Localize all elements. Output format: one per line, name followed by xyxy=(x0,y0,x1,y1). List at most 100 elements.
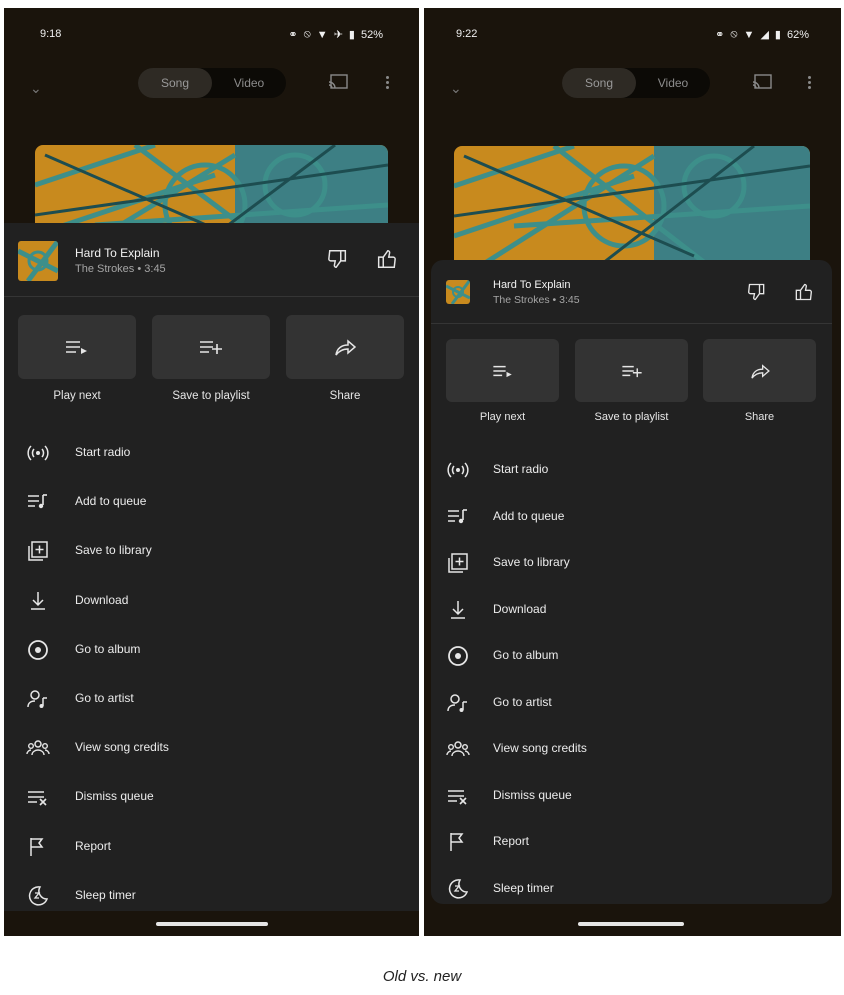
menu-item-sleep-timer[interactable]: Sleep timer xyxy=(4,876,419,916)
song-video-toggle[interactable]: Song Video xyxy=(138,68,286,98)
playlist-add-icon xyxy=(200,341,222,354)
menu-item-add-to-queue[interactable]: Add to queue xyxy=(431,497,832,537)
menu-item-report[interactable]: Report xyxy=(4,827,419,867)
wifi-icon: ▼ xyxy=(316,28,328,41)
collapse-chevron-icon[interactable]: ⌄ xyxy=(450,80,462,97)
tile-save-to-playlist[interactable] xyxy=(152,315,270,379)
library-add-icon xyxy=(448,553,468,573)
status-bar: 9:18 ⚭ ⦸ ▼ ✈ ▮ 52% xyxy=(4,26,419,44)
dislike-icon[interactable] xyxy=(327,248,349,270)
cast-icon[interactable] xyxy=(328,74,348,90)
menu-item-view-song-credits[interactable]: View song credits xyxy=(4,728,419,768)
menu-item-label: Download xyxy=(493,601,547,616)
dislike-icon[interactable] xyxy=(747,282,767,302)
share-icon xyxy=(335,339,356,356)
song-options-sheet: Hard To Explain The Strokes • 3:45 Play … xyxy=(431,260,832,904)
tile-save-to-playlist[interactable] xyxy=(575,339,688,402)
tile-label: Save to playlist xyxy=(594,411,669,423)
song-header: Hard To Explain The Strokes • 3:45 xyxy=(431,260,832,330)
menu-item-label: Go to artist xyxy=(493,694,552,709)
menu-item-add-to-queue[interactable]: Add to queue xyxy=(4,482,419,522)
menu-item-dismiss-queue[interactable]: Dismiss queue xyxy=(4,777,419,817)
tile-share[interactable] xyxy=(286,315,404,379)
menu-item-go-to-artist[interactable]: Go to artist xyxy=(4,679,419,719)
song-subtitle: The Strokes • 3:45 xyxy=(493,294,580,306)
song-tab[interactable]: Song xyxy=(562,68,636,98)
signal-icon: ◢ xyxy=(760,29,769,41)
radio-icon xyxy=(27,445,49,461)
menu-item-save-to-library[interactable]: Save to library xyxy=(4,531,419,571)
menu-item-download[interactable]: Download xyxy=(4,581,419,621)
flag-icon xyxy=(450,833,464,851)
like-icon[interactable] xyxy=(793,282,813,302)
menu-item-go-to-artist[interactable]: Go to artist xyxy=(431,683,832,723)
menu-item-start-radio[interactable]: Start radio xyxy=(4,433,419,473)
menu-item-start-radio[interactable]: Start radio xyxy=(431,450,832,490)
menu-item-label: Download xyxy=(75,592,129,607)
new-phone-screen: 9:22 ⚭ ⦸ ▼ ◢ ▮ 62% ⌄ Song Video Hard To … xyxy=(424,8,841,936)
menu-item-label: Start radio xyxy=(75,445,131,459)
credits-icon xyxy=(26,740,50,756)
header-divider xyxy=(4,296,419,297)
menu-item-label: Save to library xyxy=(75,543,152,558)
status-time: 9:22 xyxy=(456,28,478,40)
menu-item-save-to-library[interactable]: Save to library xyxy=(431,543,832,583)
player-topbar: ⌄ Song Video xyxy=(424,68,841,112)
menu-item-label: Add to queue xyxy=(493,508,565,523)
status-bar: 9:22 ⚭ ⦸ ▼ ◢ ▮ 62% xyxy=(424,26,841,44)
link-icon: ⚭ xyxy=(288,29,298,41)
battery-percent: 62% xyxy=(786,28,809,41)
tile-label: Share xyxy=(329,390,361,402)
tile-label: Share xyxy=(744,411,775,423)
menu-item-label: View song credits xyxy=(493,741,587,755)
video-tab[interactable]: Video xyxy=(636,68,710,98)
menu-item-label: Sleep timer xyxy=(493,880,554,895)
gesture-nav-bar[interactable] xyxy=(578,922,684,926)
header-divider xyxy=(431,323,832,324)
menu-item-download[interactable]: Download xyxy=(431,590,832,630)
battery-icon: ▮ xyxy=(348,29,355,41)
menu-item-label: Save to library xyxy=(493,555,570,569)
tile-share[interactable] xyxy=(703,339,816,402)
flag-icon xyxy=(30,837,44,856)
download-icon xyxy=(451,600,465,619)
tile-play-next[interactable] xyxy=(446,339,559,402)
collapse-chevron-icon[interactable]: ⌄ xyxy=(30,80,42,97)
vibrate-off-icon: ⦸ xyxy=(730,28,738,40)
menu-item-label: Report xyxy=(75,838,112,853)
more-options-icon[interactable] xyxy=(386,74,390,92)
tile-label: Play next xyxy=(479,411,526,423)
menu-item-label: Add to queue xyxy=(75,494,147,509)
gesture-nav-bar[interactable] xyxy=(156,922,268,926)
video-tab[interactable]: Video xyxy=(212,68,286,98)
figure-caption: Old vs. new xyxy=(382,968,462,985)
album-icon xyxy=(28,639,48,660)
menu-item-sleep-timer[interactable]: Sleep timer xyxy=(431,869,832,909)
song-tab[interactable]: Song xyxy=(138,68,212,98)
dismiss-queue-icon xyxy=(28,791,47,806)
tile-play-next[interactable] xyxy=(18,315,136,379)
tile-label: Save to playlist xyxy=(172,390,250,402)
menu-item-view-song-credits[interactable]: View song credits xyxy=(431,729,832,769)
vibrate-off-icon: ⦸ xyxy=(303,28,311,40)
song-video-toggle[interactable]: Song Video xyxy=(562,68,710,98)
queue-music-icon xyxy=(448,508,467,523)
radio-icon xyxy=(447,462,469,478)
menu-item-label: Sleep timer xyxy=(75,887,136,902)
battery-percent: 52% xyxy=(360,28,383,41)
menu-item-go-to-album[interactable]: Go to album xyxy=(431,636,832,676)
link-icon: ⚭ xyxy=(715,29,725,41)
menu-item-go-to-album[interactable]: Go to album xyxy=(4,630,419,670)
menu-item-dismiss-queue[interactable]: Dismiss queue xyxy=(431,776,832,816)
song-title: Hard To Explain xyxy=(493,279,571,291)
more-options-icon[interactable] xyxy=(808,74,812,92)
song-thumbnail xyxy=(446,280,470,304)
cast-icon[interactable] xyxy=(752,74,772,90)
menu-item-label: Go to album xyxy=(75,641,141,656)
menu-item-report[interactable]: Report xyxy=(431,822,832,862)
like-icon[interactable] xyxy=(375,248,397,270)
sleep-timer-icon xyxy=(448,878,469,899)
player-topbar: ⌄ Song Video xyxy=(4,68,419,112)
song-options-sheet: Hard To Explain The Strokes • 3:45 Play … xyxy=(4,223,419,911)
song-thumbnail xyxy=(18,241,58,281)
